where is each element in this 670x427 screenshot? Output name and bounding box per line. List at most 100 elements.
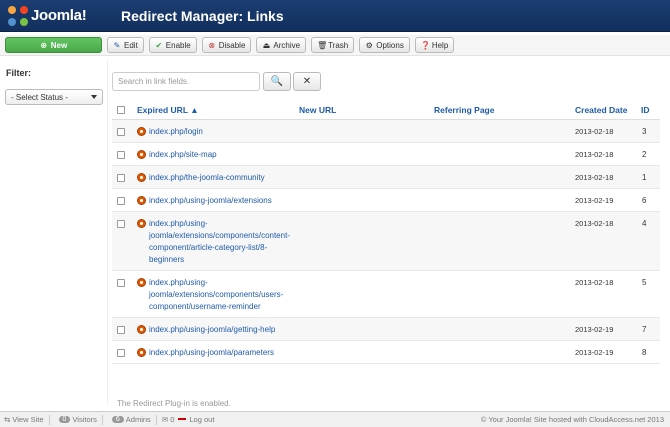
row-checkbox[interactable] (117, 128, 125, 136)
expired-url-link[interactable]: index.php/the-joomla-community (149, 172, 299, 184)
expired-url-link[interactable]: index.php/site-map (149, 149, 299, 161)
search-input[interactable]: Search in link fields. (112, 72, 260, 91)
search-button[interactable]: 🔍 (263, 72, 291, 91)
archive-button[interactable]: ⏏ Archive (256, 37, 307, 53)
row-checkbox[interactable] (117, 326, 125, 334)
url-line: component/username-reminder (149, 302, 261, 311)
table-row: index.php/using-joomla/extensions 2013-02… (112, 189, 660, 212)
published-status-icon[interactable] (137, 278, 146, 287)
row-id: 6 (642, 196, 647, 205)
joomla-logo-icon (8, 5, 28, 26)
close-icon: ✕ (302, 76, 312, 87)
row-id: 3 (642, 127, 647, 136)
row-checkbox[interactable] (117, 220, 125, 228)
sort-new-url[interactable]: New URL (299, 105, 336, 115)
row-id: 5 (642, 278, 647, 287)
view-site-link[interactable]: View Site (12, 415, 43, 424)
archive-icon: ⏏ (262, 40, 271, 50)
url-line: index.php/using-joomla/parameters (149, 348, 274, 357)
logout-link[interactable]: Log out (189, 415, 214, 424)
url-line: index.php/site-map (149, 150, 217, 159)
search-icon: 🔍 (270, 76, 284, 87)
expired-url-link[interactable]: index.php/using-joomla/extensions/compon… (149, 277, 299, 313)
status-footer: ⇆ View Site 0 Visitors 6 Admins ✉ 0 Log ou… (0, 411, 670, 427)
row-checkbox[interactable] (117, 197, 125, 205)
expired-url-link[interactable]: index.php/using-joomla/parameters (149, 347, 299, 359)
published-status-icon[interactable] (137, 325, 146, 334)
options-button[interactable]: ⚙ Options (359, 37, 410, 53)
plugin-notice: The Redirect Plug-in is enabled. (117, 399, 231, 408)
created-date: 2013-02-18 (575, 127, 614, 136)
admins-count: 6 (111, 416, 124, 423)
links-table: Expired URL ▲ New URL Referring Page Cre… (112, 100, 660, 364)
sort-referring-page[interactable]: Referring Page (434, 105, 494, 115)
url-line: index.php/using- (149, 219, 208, 228)
trash-button[interactable]: 🗑 Trash (311, 37, 355, 53)
published-status-icon[interactable] (137, 150, 146, 159)
row-id: 1 (642, 173, 647, 182)
expired-url-link[interactable]: index.php/login (149, 126, 299, 138)
row-id: 7 (642, 325, 647, 334)
created-date: 2013-02-19 (575, 348, 614, 357)
url-line: joomla/extensions/components/users- (149, 290, 284, 299)
copyright: © Your Joomla! Site hosted with CloudAcc… (480, 415, 664, 424)
sort-created-date[interactable]: Created Date (575, 105, 627, 115)
published-status-icon[interactable] (137, 173, 146, 182)
table-row: index.php/the-joomla-community 2013-02-18… (112, 166, 660, 189)
clear-search-button[interactable]: ✕ (293, 72, 321, 91)
trash-icon: 🗑 (317, 40, 328, 50)
page-title: Redirect Manager: Links (121, 7, 284, 24)
published-status-icon[interactable] (137, 219, 146, 228)
expired-url-link[interactable]: index.php/using-joomla/extensions/compon… (149, 218, 299, 266)
created-date: 2013-02-18 (575, 219, 614, 228)
table-row: index.php/site-map 2013-02-18 2 (112, 143, 660, 166)
edit-button[interactable]: ✎ Edit (107, 37, 144, 53)
enable-button[interactable]: ✔ Enable (148, 37, 197, 53)
row-checkbox[interactable] (117, 151, 125, 159)
row-checkbox[interactable] (117, 174, 125, 182)
table-body: index.php/login 2013-02-18 3 index.php/site… (112, 120, 660, 364)
joomla-logo[interactable]: Joomla! (8, 5, 113, 26)
toolbar: ⊕ New ✎ Edit ✔ Enable ⊗ Disable ⏏ Archive 🗑 Tr… (0, 35, 670, 56)
url-line: index.php/login (149, 127, 203, 136)
url-line: index.php/the-joomla-community (149, 173, 265, 182)
url-line: beginners (149, 255, 185, 264)
published-status-icon[interactable] (137, 127, 146, 136)
created-date: 2013-02-19 (575, 325, 614, 334)
url-line: component/article-category-list/8- (149, 243, 268, 252)
sidebar (0, 60, 108, 405)
header-bar: Joomla! Redirect Manager: Links (0, 0, 670, 32)
cancel-circle-icon: ⊗ (208, 40, 216, 50)
gear-icon: ⚙ (365, 40, 373, 50)
question-icon: ❓ (420, 40, 431, 50)
created-date: 2013-02-18 (575, 150, 614, 159)
visitors-label: Visitors (72, 415, 97, 424)
logo-text: Joomla! (31, 7, 87, 24)
row-id: 4 (642, 219, 647, 228)
row-checkbox[interactable] (117, 349, 125, 357)
sort-id[interactable]: ID (641, 105, 650, 115)
row-checkbox[interactable] (117, 279, 125, 287)
disable-button[interactable]: ⊗ Disable (201, 37, 252, 53)
url-line: index.php/using- (149, 278, 208, 287)
sort-expired-url[interactable]: Expired URL ▲ (137, 105, 199, 115)
mail-icon: ✉ (161, 415, 169, 424)
row-id: 2 (642, 150, 647, 159)
published-status-icon[interactable] (137, 348, 146, 357)
logout-icon (178, 417, 187, 420)
created-date: 2013-02-19 (575, 196, 614, 205)
table-row: index.php/using-joomla/parameters 2013-02… (112, 341, 660, 364)
table-row: index.php/using-joomla/getting-help 2013-… (112, 318, 660, 341)
help-button[interactable]: ❓ Help (414, 37, 455, 53)
table-row: index.php/using-joomla/extensions/compon… (112, 271, 660, 318)
new-button[interactable]: ⊕ New (5, 37, 102, 53)
messages-count[interactable]: 0 (170, 415, 174, 424)
caret-down-icon (91, 95, 97, 99)
status-select[interactable]: - Select Status - (5, 89, 103, 105)
plus-circle-icon: ⊕ (40, 40, 48, 50)
view-site-icon: ⇆ (4, 415, 11, 424)
select-all-checkbox[interactable] (117, 106, 125, 114)
published-status-icon[interactable] (137, 196, 146, 205)
expired-url-link[interactable]: index.php/using-joomla/getting-help (149, 324, 299, 336)
expired-url-link[interactable]: index.php/using-joomla/extensions (149, 195, 299, 207)
